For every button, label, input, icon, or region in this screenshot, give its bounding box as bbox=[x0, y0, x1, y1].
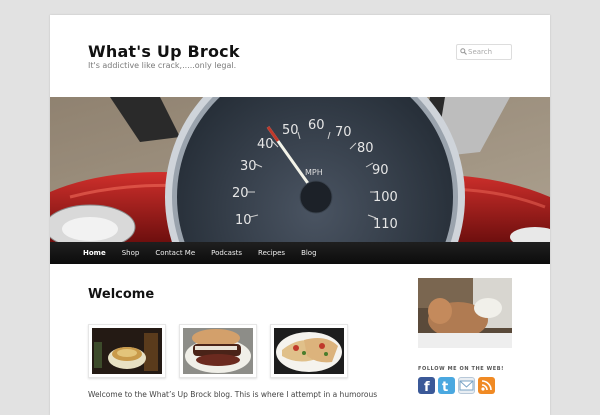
twitter-icon[interactable]: t bbox=[438, 377, 455, 395]
sidebar-photo[interactable] bbox=[418, 278, 512, 348]
gauge-number: 90 bbox=[372, 163, 389, 178]
gauge-number: 20 bbox=[232, 186, 249, 201]
post-title[interactable]: Welcome bbox=[88, 287, 154, 302]
search-box[interactable] bbox=[456, 44, 512, 60]
header-banner-image: 10 20 30 40 50 60 70 80 90 100 110 MPH bbox=[50, 97, 550, 242]
gauge-number: 60 bbox=[308, 118, 325, 133]
gauge-number: 50 bbox=[282, 123, 299, 138]
nav-item-contact-me[interactable]: Contact Me bbox=[155, 249, 195, 257]
food-photo-3[interactable] bbox=[270, 324, 348, 378]
gauge-number: 10 bbox=[235, 213, 252, 228]
gauge-number: 80 bbox=[357, 141, 374, 156]
nav-item-shop[interactable]: Shop bbox=[122, 249, 140, 257]
main-navigation: Home Shop Contact Me Podcasts Recipes Bl… bbox=[50, 242, 550, 264]
page-container: What's Up Brock It's addictive like crac… bbox=[50, 15, 550, 415]
gauge-number: 40 bbox=[257, 137, 274, 152]
nav-item-blog[interactable]: Blog bbox=[301, 249, 316, 257]
food-photo-2[interactable] bbox=[179, 324, 257, 378]
site-title[interactable]: What's Up Brock bbox=[88, 42, 240, 61]
nav-item-podcasts[interactable]: Podcasts bbox=[211, 249, 242, 257]
rss-icon[interactable] bbox=[478, 377, 495, 394]
food-photo-1[interactable] bbox=[88, 324, 166, 378]
site-description: It's addictive like crack,.....only lega… bbox=[88, 61, 237, 70]
gauge-number: 30 bbox=[240, 159, 257, 174]
search-icon bbox=[460, 48, 467, 55]
nav-item-home[interactable]: Home bbox=[83, 249, 106, 257]
gauge-number: 110 bbox=[373, 217, 398, 232]
gauge-number: 70 bbox=[335, 125, 352, 140]
email-icon[interactable] bbox=[458, 377, 475, 394]
svg-text:t: t bbox=[442, 380, 448, 394]
nav-item-recipes[interactable]: Recipes bbox=[258, 249, 285, 257]
post-intro-text: Welcome to the What’s Up Brock blog. Thi… bbox=[88, 390, 378, 399]
search-input[interactable] bbox=[468, 46, 510, 58]
svg-text:f: f bbox=[424, 380, 430, 394]
gauge-unit: MPH bbox=[305, 168, 323, 177]
follow-me-heading: FOLLOW ME ON THE WEB! bbox=[418, 366, 505, 372]
facebook-icon[interactable]: f bbox=[418, 377, 435, 395]
